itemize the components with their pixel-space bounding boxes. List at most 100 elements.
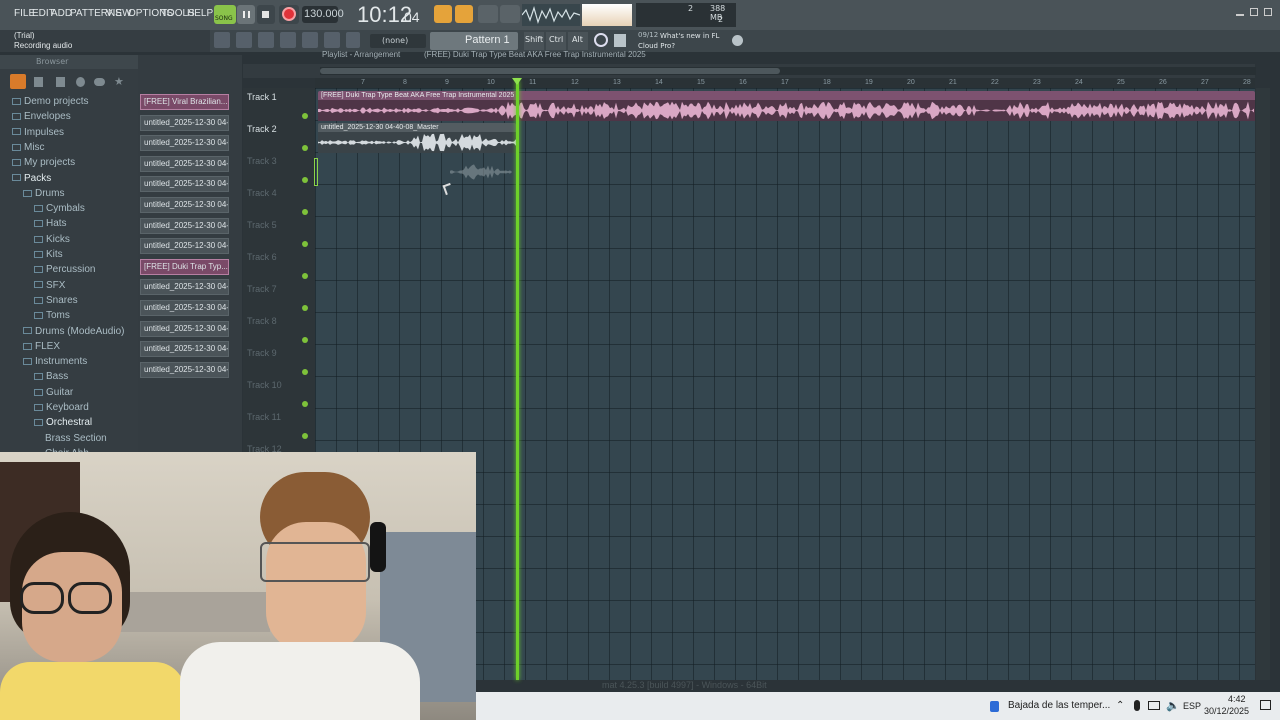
browser-back-icon[interactable] (56, 77, 65, 87)
track-label[interactable]: Track 4 (247, 188, 277, 198)
clock-date[interactable]: 30/12/2025 (1204, 706, 1249, 716)
browser-item[interactable]: My projects (12, 157, 75, 168)
loop-record-button[interactable] (478, 5, 498, 23)
browser-item[interactable]: Cymbals (34, 203, 85, 214)
pattern-item[interactable]: untitled_2025-12-30 04-... (140, 341, 229, 358)
fl-cloud-icon[interactable] (594, 33, 608, 47)
audio-clip-track1[interactable]: [FREE] Duki Trap Type Beat AKA Free Trap… (318, 91, 1255, 121)
network-icon[interactable] (1148, 701, 1160, 710)
track-mute-indicator[interactable] (302, 113, 308, 119)
track-label[interactable]: Track 10 (247, 380, 282, 390)
browser-item[interactable]: Drums (23, 188, 64, 199)
restore-icon[interactable] (1250, 8, 1258, 16)
track-mute-indicator[interactable] (302, 401, 308, 407)
track-mute-indicator[interactable] (302, 369, 308, 375)
browser-item[interactable]: Brass Section (45, 433, 107, 444)
weather-icon[interactable] (990, 701, 999, 712)
arrow-icon[interactable] (324, 32, 340, 48)
browser-item[interactable]: Misc (12, 142, 45, 153)
track-mute-indicator[interactable] (302, 273, 308, 279)
shift-key-button[interactable]: Shift (524, 32, 544, 50)
browser-item[interactable]: Instruments (23, 356, 87, 367)
browser-item[interactable]: Bass (34, 371, 68, 382)
pattern-item[interactable]: untitled_2025-12-30 04-... (140, 197, 229, 213)
track-mute-indicator[interactable] (302, 433, 308, 439)
track-label[interactable]: Track 1 (247, 92, 277, 102)
track-mute-indicator[interactable] (302, 337, 308, 343)
notifications-icon[interactable] (1260, 700, 1271, 710)
record-button[interactable] (279, 5, 299, 24)
track-label[interactable]: Track 11 (247, 412, 281, 422)
pattern-item[interactable]: [FREE] Duki Trap Typ... (140, 258, 229, 275)
mixer-icon[interactable] (280, 32, 296, 48)
alt-key-button[interactable]: Alt (568, 32, 588, 50)
menu-add[interactable]: ADD (51, 8, 72, 19)
browser-item[interactable]: FLEX (23, 341, 60, 352)
language-indicator[interactable]: ESP (1183, 701, 1201, 711)
browser-item[interactable]: Snares (34, 295, 78, 306)
browser-star-icon[interactable]: ★ (114, 75, 124, 88)
snap-selector[interactable]: (none) (370, 34, 426, 48)
pattern-selector[interactable]: Pattern 1 (430, 32, 518, 50)
browser-item[interactable]: Demo projects (12, 96, 88, 107)
microphone-icon[interactable] (346, 32, 360, 48)
browser-item[interactable]: Drums (ModeAudio) (23, 326, 124, 337)
pattern-item[interactable]: untitled_2025-12-30 04-... (140, 320, 229, 337)
browser-item[interactable]: Envelopes (12, 111, 71, 122)
stop-button[interactable] (257, 5, 275, 24)
microphone-tray-icon[interactable] (1134, 700, 1140, 711)
track-label[interactable]: Track 3 (247, 156, 277, 166)
song-time-display[interactable]: 10:12 04 (357, 2, 427, 28)
step-edit-button[interactable] (500, 5, 520, 23)
plugin-icon[interactable] (302, 32, 318, 48)
clock-time[interactable]: 4:42 (1228, 694, 1246, 704)
browser-item[interactable]: Kits (34, 249, 63, 260)
browser-item[interactable]: Packs (12, 173, 51, 184)
browser-item[interactable]: Percussion (34, 264, 95, 275)
browser-cloud-icon[interactable] (94, 78, 105, 86)
pattern-item[interactable]: untitled_2025-12-30 04-... (140, 279, 229, 296)
browser-item[interactable]: Toms (34, 310, 70, 321)
piano-roll-icon[interactable] (236, 32, 252, 48)
browser-item[interactable]: Keyboard (34, 402, 89, 413)
pause-button[interactable] (237, 5, 255, 24)
track-label[interactable]: Track 2 (247, 124, 277, 134)
pattern-item[interactable]: untitled_2025-12-30 04-... (140, 155, 229, 172)
pattern-item[interactable]: untitled_2025-12-30 04-... (140, 361, 229, 378)
news-panel[interactable]: 09/12 What's new in FL Cloud Pro? (637, 30, 742, 52)
pattern-item[interactable]: [FREE] Viral Brazilian... (140, 94, 229, 110)
browser-item[interactable]: Kicks (34, 234, 70, 245)
playhead[interactable] (516, 80, 519, 680)
horizontal-scrollbar[interactable] (320, 67, 1256, 75)
globe-icon[interactable] (732, 35, 743, 46)
pattern-item[interactable]: untitled_2025-12-30 04-... (140, 135, 229, 152)
playhead-marker-icon[interactable] (512, 78, 522, 85)
browser-file-icon[interactable] (34, 77, 43, 87)
browser-item[interactable]: Guitar (34, 387, 73, 398)
tray-chevron-icon[interactable]: ⌃ (1116, 700, 1124, 711)
metronome-button[interactable] (434, 5, 452, 23)
track-label[interactable]: Track 8 (247, 316, 277, 326)
track-mute-indicator[interactable] (302, 305, 308, 311)
song-mode-button[interactable]: SONG (214, 5, 236, 24)
pattern-item[interactable]: untitled_2025-12-30 04-... (140, 176, 229, 193)
pattern-item[interactable]: untitled_2025-12-30 04-... (140, 238, 229, 255)
track-label[interactable]: Track 9 (247, 348, 277, 358)
volume-icon[interactable]: 🔈 (1166, 699, 1180, 712)
audio-clip-track2[interactable]: untitled_2025-12-30 04-40-08_Master (318, 123, 516, 153)
countdown-button[interactable] (455, 5, 473, 23)
scroll-thumb[interactable] (320, 68, 780, 74)
weather-text[interactable]: Bajada de las temper... (1008, 700, 1110, 711)
track-mute-indicator[interactable] (302, 177, 308, 183)
browser-item[interactable]: Orchestral (34, 417, 92, 428)
track-mute-indicator[interactable] (302, 145, 308, 151)
browser-item[interactable]: SFX (34, 280, 65, 291)
vertical-scrollbar[interactable] (1256, 88, 1270, 680)
track-label[interactable]: Track 7 (247, 284, 277, 294)
track-label[interactable]: Track 5 (247, 220, 277, 230)
minimize-icon[interactable] (1236, 8, 1244, 16)
browser-refresh-icon[interactable] (76, 77, 85, 87)
pattern-item[interactable]: untitled_2025-12-30 04-... (140, 300, 229, 316)
track-mute-indicator[interactable] (302, 209, 308, 215)
close-icon[interactable] (1264, 8, 1272, 16)
